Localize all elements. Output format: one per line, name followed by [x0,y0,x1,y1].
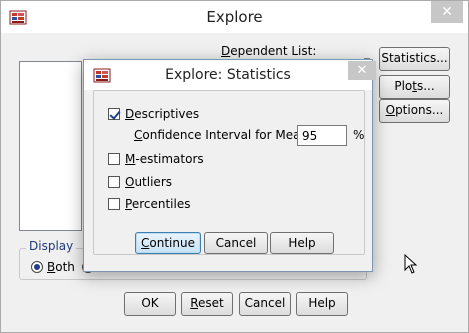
outliers-label[interactable]: Outliers [125,175,172,189]
m-estimators-checkbox[interactable] [108,153,120,165]
help-button[interactable]: Help [270,232,334,254]
confidence-interval-label: Confidence Interval for Mean: [134,128,313,142]
help-button[interactable]: Help [296,292,348,316]
source-variable-list[interactable] [19,61,82,231]
confidence-interval-input[interactable] [297,125,347,146]
close-icon[interactable]: ✕ [348,61,376,80]
continue-button[interactable]: Continue [135,232,201,254]
dependent-list-label: Dependent List: [221,44,317,58]
window-title: Explore [206,8,263,26]
m-estimators-label[interactable]: M-estimators [125,152,204,166]
close-icon[interactable]: ✕ [431,1,463,23]
plots-button[interactable]: Plots... [379,75,450,99]
dialog-title: Explore: Statistics [165,67,291,83]
radio-both[interactable] [31,261,43,273]
percentiles-checkbox[interactable] [108,198,120,210]
explore-titlebar[interactable]: Explore ✕ [1,1,468,33]
descriptives-label[interactable]: Descriptives [125,107,199,121]
ok-button[interactable]: OK [124,292,176,316]
descriptives-checkbox[interactable] [108,108,120,120]
radio-both-label[interactable]: Both [47,260,75,274]
explore-statistics-dialog: Explore: Statistics ✕ Descriptives Confi… [83,59,376,272]
percentiles-label[interactable]: Percentiles [125,197,190,211]
options-button[interactable]: Options... [379,99,450,123]
outliers-checkbox[interactable] [108,176,120,188]
cancel-button[interactable]: Cancel [204,232,268,254]
statistics-titlebar[interactable]: Explore: Statistics ✕ [84,60,376,90]
percent-unit-label: % [353,128,365,142]
mouse-pointer-icon [404,254,418,274]
display-legend: Display [26,239,77,253]
statistics-button[interactable]: Statistics... [379,47,450,71]
reset-button[interactable]: Reset [181,292,233,316]
cancel-button[interactable]: Cancel [239,292,291,316]
